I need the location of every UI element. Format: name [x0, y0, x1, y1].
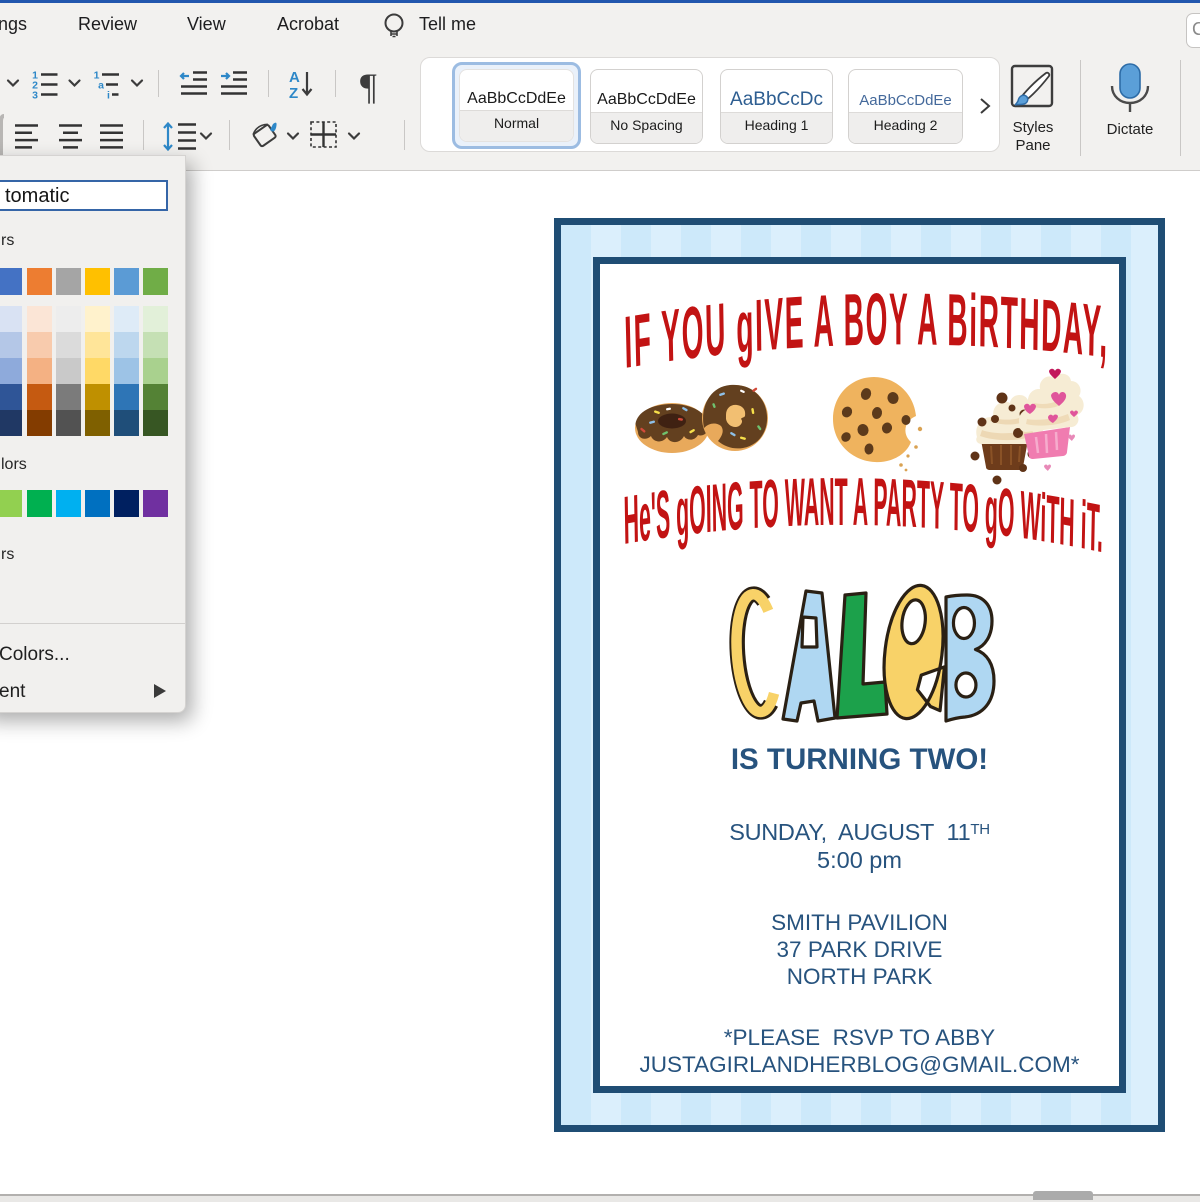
svg-text:He'S gOING TO WANT A PARTY TO: He'S gOING TO WANT A PARTY TO gO WiTH iT…: [623, 463, 1104, 567]
svg-text:IF YOU gIVE A BOY A BiRTHDAY,: IF YOU gIVE A BOY A BiRTHDAY,: [623, 277, 1109, 384]
svg-text:a: a: [98, 80, 104, 92]
svg-text:¶: ¶: [360, 67, 377, 108]
svg-text:3: 3: [32, 90, 38, 102]
svg-text:A: A: [289, 69, 300, 86]
svg-text:i: i: [107, 90, 110, 102]
svg-text:Z: Z: [289, 85, 298, 102]
